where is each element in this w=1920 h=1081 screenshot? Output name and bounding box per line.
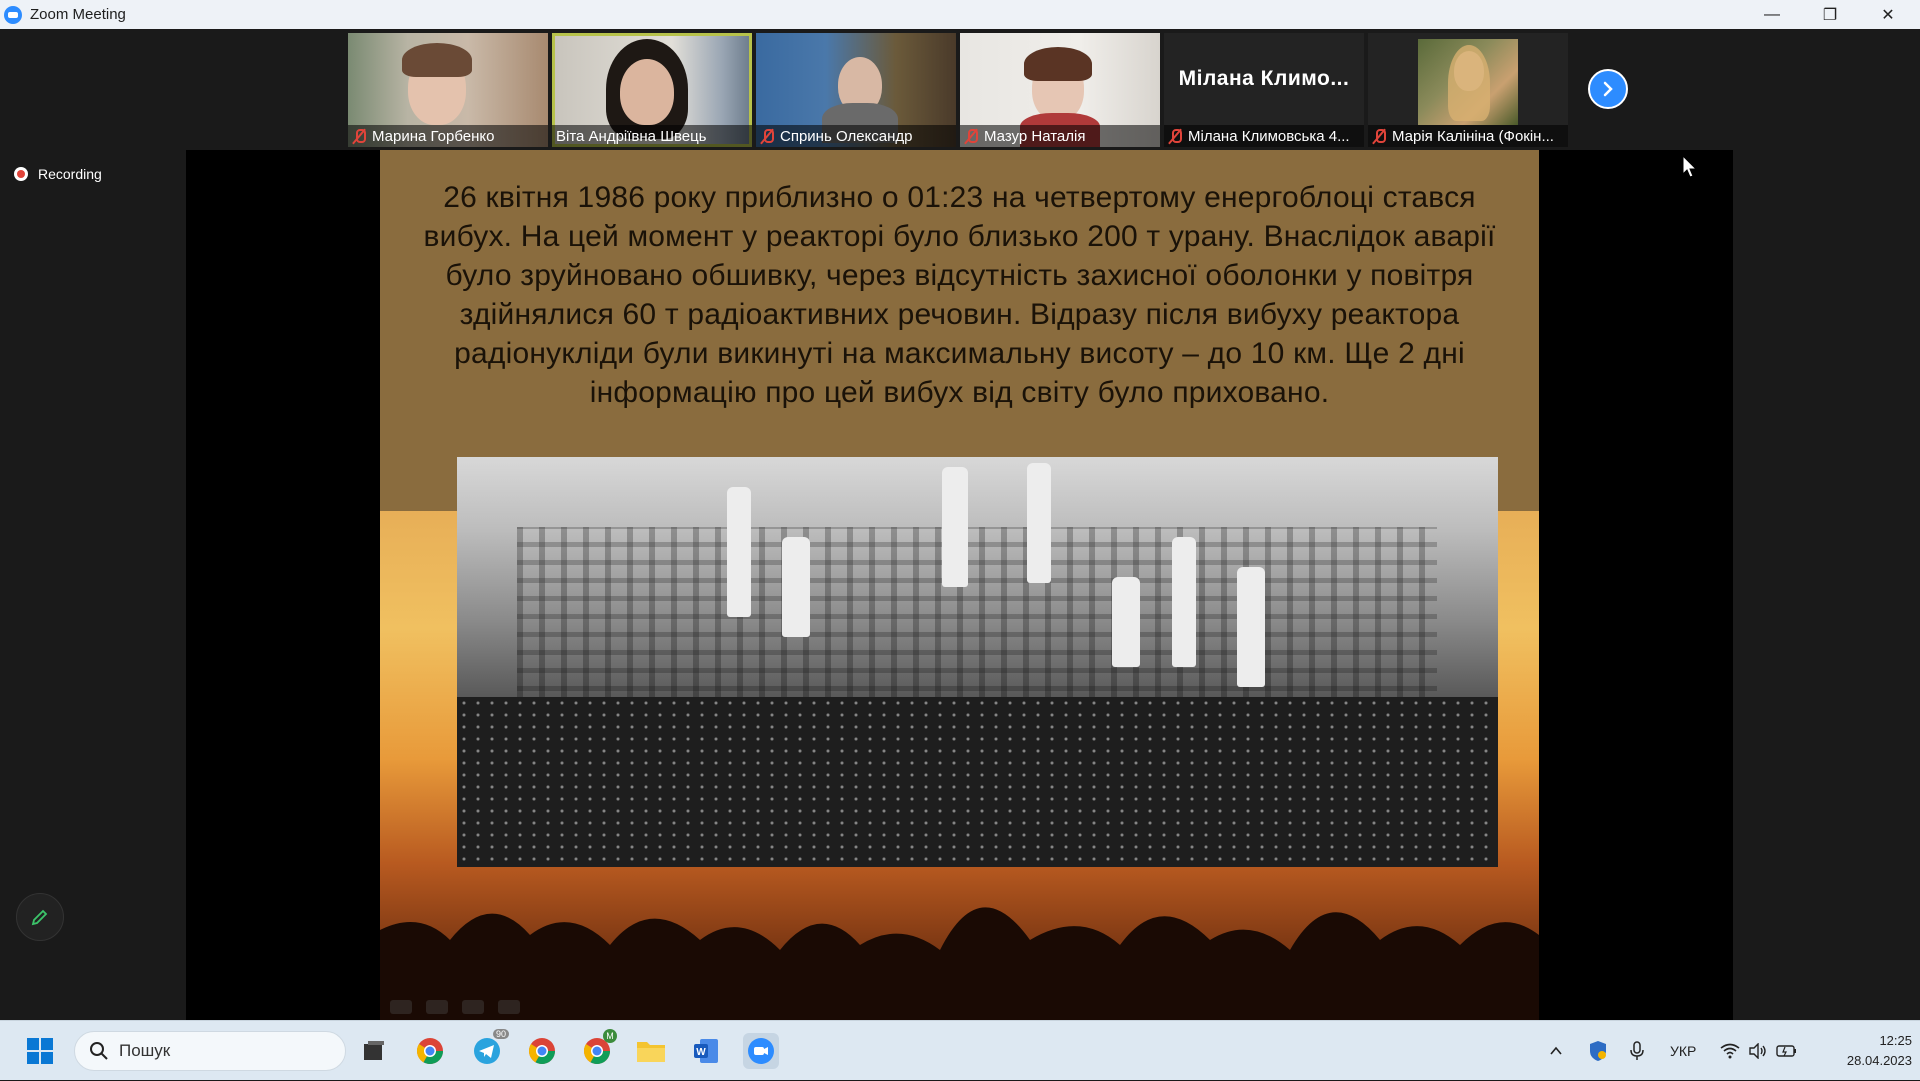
pencil-icon bbox=[31, 909, 48, 926]
chrome-profile-m-app[interactable]: M bbox=[579, 1029, 617, 1069]
recording-label: Recording bbox=[38, 166, 102, 182]
mic-muted-icon bbox=[352, 128, 366, 144]
participant-tile[interactable]: Спринь Олександр bbox=[756, 33, 956, 147]
presentation-slide: 26 квітня 1986 року приблизно о 01:23 на… bbox=[380, 150, 1539, 1020]
close-button[interactable]: ✕ bbox=[1859, 0, 1917, 29]
speaker-icon[interactable] bbox=[1748, 1043, 1768, 1059]
shield-icon[interactable] bbox=[1588, 1040, 1608, 1062]
participant-name: Віта Андріївна Швець bbox=[556, 127, 707, 145]
mouse-cursor-icon bbox=[1682, 155, 1698, 178]
worker-figure bbox=[1112, 577, 1140, 667]
participant-hair bbox=[402, 43, 472, 77]
participant-name: Марина Горбенко bbox=[372, 127, 495, 145]
clock-date: 28.04.2023 bbox=[1846, 1053, 1912, 1068]
participant-strip: Марина Горбенко Віта Андріївна Швець Спр… bbox=[348, 33, 1568, 147]
wifi-icon[interactable] bbox=[1720, 1043, 1740, 1059]
zoom-app-active[interactable] bbox=[743, 1033, 779, 1069]
word-app[interactable]: W bbox=[688, 1033, 724, 1069]
next-slide-icon[interactable] bbox=[498, 1000, 520, 1014]
profile-badge: M bbox=[603, 1029, 617, 1043]
chrome-icon bbox=[416, 1038, 444, 1065]
zoom-icon bbox=[748, 1038, 774, 1064]
chrome-icon bbox=[528, 1038, 556, 1065]
taskbar: Пошук 90 M W УКР 12:25 28.04.2023 bbox=[0, 1020, 1920, 1080]
slide-photo bbox=[457, 457, 1498, 867]
participant-name: Мазур Наталія bbox=[984, 127, 1086, 145]
slide-text: 26 квітня 1986 року приблизно о 01:23 на… bbox=[423, 181, 1496, 409]
battery-icon[interactable] bbox=[1776, 1043, 1798, 1059]
chevron-right-icon bbox=[1603, 81, 1613, 97]
file-explorer-app[interactable] bbox=[633, 1033, 669, 1069]
mic-muted-icon bbox=[1372, 128, 1386, 144]
restore-button[interactable]: ❐ bbox=[1801, 0, 1859, 29]
mic-muted-icon bbox=[1168, 128, 1182, 144]
slides-grid-icon[interactable] bbox=[462, 1000, 484, 1014]
zoom-logo-icon bbox=[4, 5, 22, 24]
language-indicator[interactable]: УКР bbox=[1670, 1043, 1696, 1059]
telegram-icon bbox=[474, 1038, 500, 1064]
minimize-button[interactable]: — bbox=[1743, 0, 1801, 29]
next-participants-button[interactable] bbox=[1588, 69, 1628, 109]
participant-tile-no-video[interactable]: Мілана Климо... Мілана Климовська 4... bbox=[1164, 33, 1364, 147]
participant-display-name: Мілана Климо... bbox=[1178, 67, 1350, 90]
telegram-app[interactable]: 90 bbox=[469, 1029, 509, 1069]
worker-figure bbox=[1027, 463, 1051, 583]
participant-tile[interactable]: Марія Калініна (Фокін... bbox=[1368, 33, 1568, 147]
participant-name: Мілана Климовська 4... bbox=[1188, 127, 1350, 145]
participant-name: Марія Калініна (Фокін... bbox=[1392, 127, 1554, 145]
annotate-button[interactable] bbox=[16, 893, 64, 941]
system-clock[interactable]: 12:25 28.04.2023 bbox=[1808, 1031, 1912, 1071]
mic-muted-icon bbox=[760, 128, 774, 144]
worker-figure bbox=[942, 467, 968, 587]
search-icon bbox=[90, 1042, 108, 1060]
chevron-up-icon[interactable] bbox=[1548, 1043, 1564, 1059]
clock-time: 12:25 bbox=[1879, 1033, 1912, 1048]
worker-figure bbox=[1237, 567, 1265, 687]
record-icon bbox=[14, 167, 28, 181]
pen-tool-icon[interactable] bbox=[426, 1000, 448, 1014]
worker-figure bbox=[782, 537, 810, 637]
chrome-profile-app[interactable] bbox=[524, 1033, 560, 1069]
task-view-button[interactable] bbox=[356, 1033, 392, 1069]
chrome-app[interactable] bbox=[412, 1033, 448, 1069]
mic-muted-icon bbox=[964, 128, 978, 144]
recording-indicator[interactable]: Recording bbox=[14, 166, 102, 182]
windows-logo-icon bbox=[27, 1038, 53, 1064]
title-bar: Zoom Meeting — ❐ ✕ bbox=[0, 0, 1920, 29]
participant-name: Спринь Олександр bbox=[780, 127, 913, 145]
participant-tile[interactable]: Марина Горбенко bbox=[348, 33, 548, 147]
telegram-badge: 90 bbox=[492, 1029, 509, 1039]
start-button[interactable] bbox=[22, 1033, 58, 1069]
microphone-icon[interactable] bbox=[1630, 1041, 1644, 1061]
search-placeholder: Пошук bbox=[119, 1041, 171, 1060]
participant-tile[interactable]: Мазур Наталія bbox=[960, 33, 1160, 147]
trees-silhouette bbox=[380, 907, 1539, 1020]
taskbar-search[interactable]: Пошук bbox=[74, 1031, 346, 1071]
worker-figure bbox=[727, 487, 751, 617]
slideshow-controls[interactable] bbox=[390, 1000, 520, 1014]
svg-text:W: W bbox=[696, 1047, 706, 1058]
prev-slide-icon[interactable] bbox=[390, 1000, 412, 1014]
system-tray: УКР bbox=[1548, 1021, 1798, 1081]
participant-hair bbox=[1024, 47, 1092, 81]
folder-icon bbox=[637, 1042, 665, 1062]
participant-tile-active-speaker[interactable]: Віта Андріївна Швець bbox=[552, 33, 752, 147]
worker-figure bbox=[1172, 537, 1196, 667]
word-icon: W bbox=[694, 1039, 718, 1063]
window-title: Zoom Meeting bbox=[30, 6, 126, 23]
participant-photo bbox=[1418, 39, 1518, 125]
task-view-icon bbox=[364, 1041, 384, 1060]
